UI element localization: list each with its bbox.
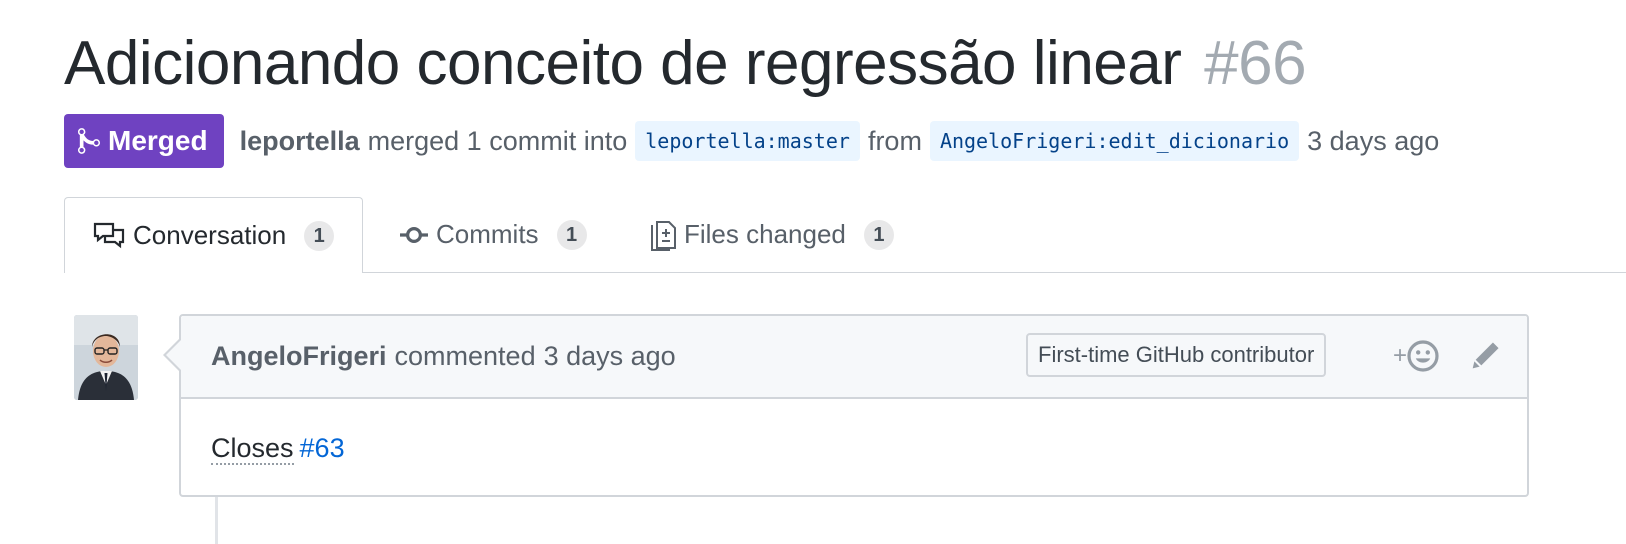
- comment-caret-inner: [166, 340, 181, 370]
- comment-time[interactable]: 3 days ago: [544, 341, 676, 372]
- head-branch[interactable]: AngeloFrigeri:edit_dicionario: [929, 121, 1300, 161]
- merge-time[interactable]: 3 days ago: [1307, 126, 1439, 157]
- add-reaction-button[interactable]: +: [1393, 338, 1439, 374]
- tab-label: Files changed: [684, 219, 846, 249]
- git-merge-icon: [78, 128, 100, 154]
- pr-merger-link[interactable]: leportella: [240, 126, 360, 157]
- first-time-contributor-label: First-time GitHub contributor: [1026, 333, 1327, 377]
- comment-action-text: commented: [394, 341, 536, 371]
- comment-discussion-icon: [93, 222, 125, 248]
- state-label: Merged: [108, 125, 208, 156]
- pr-tabs: Conversation 1 Commits 1 Files changed 1: [64, 197, 1626, 273]
- smiley-icon: [1407, 340, 1439, 372]
- avatar[interactable]: [74, 315, 138, 400]
- tab-counter: 1: [863, 219, 894, 250]
- git-commit-icon: [400, 226, 428, 243]
- pencil-icon: [1472, 342, 1499, 369]
- base-branch[interactable]: leportella:master: [635, 121, 860, 161]
- page-title: Adicionando conceito de regressão linear…: [64, 22, 1307, 106]
- tab-counter: 1: [556, 219, 587, 250]
- comment-author-link[interactable]: AngeloFrigeri: [211, 341, 387, 372]
- comment-header: AngeloFrigeri commented 3 days ago First…: [181, 316, 1527, 399]
- tab-counter: 1: [304, 220, 335, 251]
- file-diff-icon: [651, 220, 676, 251]
- tab-label: Commits: [436, 219, 539, 249]
- reaction-plus: +: [1393, 342, 1408, 369]
- pr-number: #66: [1204, 29, 1307, 98]
- pr-title-text: Adicionando conceito de regressão linear: [64, 29, 1182, 98]
- tab-commits[interactable]: Commits 1: [400, 197, 587, 272]
- pr-meta: Merged leportella merged 1 commit into l…: [64, 114, 1439, 168]
- tab-files-changed[interactable]: Files changed 1: [650, 197, 894, 272]
- issue-link[interactable]: #63: [300, 433, 345, 463]
- comment: AngeloFrigeri commented 3 days ago First…: [163, 314, 1529, 497]
- tab-label: Conversation: [133, 220, 287, 250]
- timeline-line: [215, 497, 218, 544]
- avatar-image: [74, 315, 138, 400]
- merge-action-text: merged 1 commit into: [367, 125, 628, 156]
- comment-body: Closes #63: [181, 399, 1527, 465]
- tab-conversation[interactable]: Conversation 1: [64, 197, 363, 273]
- pull-request-page: Adicionando conceito de regressão linear…: [0, 0, 1626, 544]
- state-badge: Merged: [64, 114, 224, 168]
- from-text: from: [867, 125, 922, 156]
- edit-comment-button[interactable]: [1471, 340, 1503, 372]
- closes-keyword: Closes: [211, 433, 294, 465]
